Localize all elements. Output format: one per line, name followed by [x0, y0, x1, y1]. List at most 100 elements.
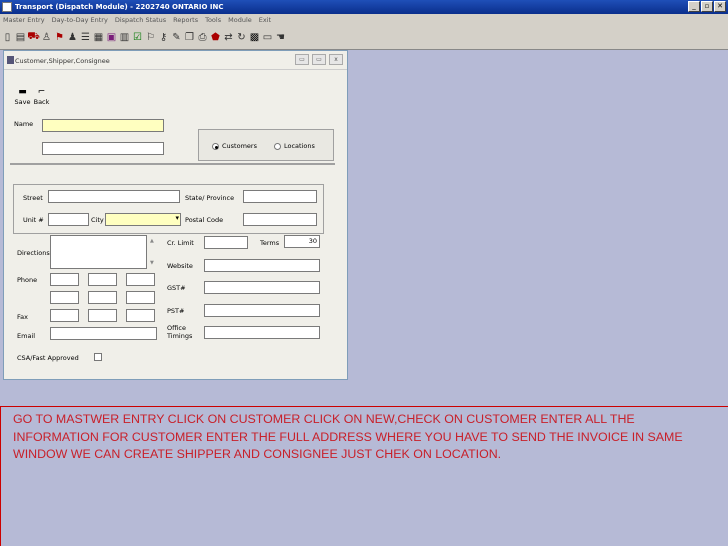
email-label: Email: [17, 332, 36, 340]
city-label: City: [91, 216, 104, 224]
cr-limit-field[interactable]: [204, 236, 248, 249]
close-button[interactable]: ✕: [714, 1, 726, 12]
street-field[interactable]: [48, 190, 180, 203]
locations-label: Locations: [284, 142, 315, 150]
copy-icon[interactable]: ❐: [184, 31, 195, 45]
office-timings-field[interactable]: [204, 326, 320, 339]
phone2-prefix-field[interactable]: [88, 291, 117, 304]
refresh-icon[interactable]: ↻: [236, 31, 247, 45]
app-title-bar: Transport (Dispatch Module) - 2202740 ON…: [0, 0, 728, 14]
terms-label: Terms: [260, 239, 280, 247]
phone-line-field[interactable]: [126, 273, 155, 286]
street-label: Street: [23, 194, 43, 202]
instruction-caption: GO TO MASTWER ENTRY CLICK ON CUSTOMER CL…: [0, 406, 728, 546]
transfer-icon[interactable]: ⇄: [223, 31, 234, 45]
pst-label: PST#: [167, 307, 185, 315]
website-label: Website: [167, 262, 193, 270]
postal-field[interactable]: [243, 213, 317, 226]
checklist-icon[interactable]: ☑: [132, 31, 143, 45]
website-field[interactable]: [204, 259, 320, 272]
menu-day-to-day-entry[interactable]: Day-to-Day Entry: [52, 16, 108, 24]
directions-textarea[interactable]: [50, 235, 147, 269]
truck-icon[interactable]: ⛟: [27, 31, 40, 45]
minimize-button[interactable]: _: [688, 1, 700, 12]
state-label: State/ Province: [185, 194, 235, 202]
save-button[interactable]: ▬ Save: [14, 86, 31, 110]
csa-label: CSA/Fast Approved: [17, 354, 79, 362]
child-minimize-button[interactable]: ▭: [295, 54, 309, 65]
maximize-button[interactable]: ▫: [701, 1, 713, 12]
separator: [10, 163, 335, 165]
phone2-line-field[interactable]: [126, 291, 155, 304]
customers-radio[interactable]: [212, 143, 219, 150]
child-window-title: Customer,Shipper,Consignee: [15, 57, 110, 65]
grid-icon[interactable]: ▦: [93, 31, 104, 45]
locations-radio[interactable]: [274, 143, 281, 150]
phone-area-field[interactable]: [50, 273, 79, 286]
print-icon[interactable]: ⎙: [197, 31, 208, 45]
name-label: Name: [14, 120, 34, 128]
gst-field[interactable]: [204, 281, 320, 294]
menu-reports[interactable]: Reports: [173, 16, 198, 24]
notepad-icon[interactable]: ▤: [15, 31, 26, 45]
child-restore-button[interactable]: ▭: [312, 54, 326, 65]
gst-label: GST#: [167, 284, 186, 292]
form-icon: [7, 56, 14, 64]
directions-label: Directions: [17, 249, 50, 257]
key-icon[interactable]: ⚷: [158, 31, 169, 45]
calculator-icon[interactable]: ▩: [249, 31, 260, 45]
window-title: Transport (Dispatch Module) - 2202740 ON…: [15, 3, 224, 11]
fax-line-field[interactable]: [126, 309, 155, 322]
fax-prefix-field[interactable]: [88, 309, 117, 322]
unit-label: Unit #: [23, 216, 44, 224]
scroll-up-icon[interactable]: ▲: [150, 238, 154, 244]
report-icon[interactable]: ▥: [119, 31, 130, 45]
office-timings-label: Office Timings: [167, 324, 193, 340]
csa-checkbox[interactable]: [94, 353, 102, 361]
back-button[interactable]: ⌐ Back: [33, 86, 50, 110]
person-icon[interactable]: ♙: [41, 31, 52, 45]
phone-prefix-field[interactable]: [88, 273, 117, 286]
user-icon[interactable]: ♟: [67, 31, 78, 45]
toolbar: ▯ ▤ ⛟ ♙ ⚑ ♟ ☰ ▦ ▣ ▥ ☑ ⚐ ⚷ ✎ ❐ ⎙ ⬟ ⇄ ↻ ▩ …: [0, 26, 728, 50]
menu-exit[interactable]: Exit: [259, 16, 271, 24]
document-icon[interactable]: ▯: [2, 31, 13, 45]
name-field[interactable]: [42, 119, 164, 132]
menu-dispatch-status[interactable]: Dispatch Status: [115, 16, 166, 24]
fax-area-field[interactable]: [50, 309, 79, 322]
city-select[interactable]: [105, 213, 181, 226]
cr-limit-label: Cr. Limit: [167, 239, 194, 247]
customers-label: Customers: [222, 142, 257, 150]
back-label: Back: [33, 98, 50, 106]
email-field[interactable]: [50, 327, 157, 340]
scroll-down-icon[interactable]: ▼: [150, 260, 154, 266]
postal-label: Postal Code: [185, 216, 224, 224]
list-icon[interactable]: ☰: [80, 31, 91, 45]
menu-module[interactable]: Module: [228, 16, 252, 24]
terms-field[interactable]: 30: [284, 235, 320, 248]
unit-field[interactable]: [48, 213, 89, 226]
name-line2-field[interactable]: [42, 142, 164, 155]
fax-label: Fax: [17, 313, 28, 321]
child-title-bar: Customer,Shipper,Consignee ▭ ▭ x: [4, 51, 347, 70]
app-icon: [2, 2, 12, 12]
invoice-icon[interactable]: ▣: [106, 31, 117, 45]
customer-form-window: Customer,Shipper,Consignee ▭ ▭ x ▬ Save …: [3, 50, 348, 380]
menu-bar: Master Entry Day-to-Day Entry Dispatch S…: [0, 14, 728, 26]
child-close-button[interactable]: x: [329, 54, 343, 65]
menu-master-entry[interactable]: Master Entry: [3, 16, 45, 24]
flag-icon[interactable]: ⚐: [145, 31, 156, 45]
save-label: Save: [14, 98, 31, 106]
edit-icon[interactable]: ✎: [171, 31, 182, 45]
pst-field[interactable]: [204, 304, 320, 317]
back-icon: ⌐: [37, 87, 46, 97]
save-icon: ▬: [18, 87, 27, 97]
phone-label: Phone: [17, 276, 38, 284]
dispatch-icon[interactable]: ⚑: [54, 31, 65, 45]
alert-icon[interactable]: ⬟: [210, 31, 221, 45]
menu-tools[interactable]: Tools: [205, 16, 221, 24]
panel-icon[interactable]: ▭: [262, 31, 273, 45]
hand-icon[interactable]: ☚: [275, 31, 286, 45]
phone2-area-field[interactable]: [50, 291, 79, 304]
state-field[interactable]: [243, 190, 317, 203]
